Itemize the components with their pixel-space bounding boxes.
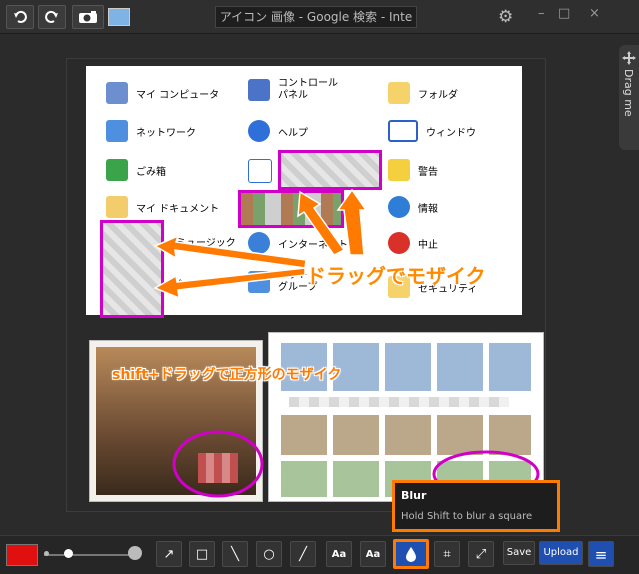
line-tool[interactable]: ╲	[222, 541, 248, 567]
arrow-left-1	[153, 234, 307, 269]
blur-tooltip: Blur Hold Shift to blur a square	[392, 480, 560, 532]
blur-tool[interactable]	[393, 539, 429, 569]
size-min-dot	[44, 551, 49, 556]
shift-drag-callout: shift+ドラッグで正方形のモザイク	[112, 367, 342, 383]
tooltip-title: Blur	[401, 489, 427, 502]
drag-mosaic-callout: ドラッグでモザイク	[306, 264, 486, 288]
highlight-ellipse	[172, 430, 264, 498]
arrow-left-2	[153, 267, 306, 300]
arrow-up-2	[297, 190, 346, 256]
menu-button[interactable]: ≡	[588, 541, 614, 567]
pen-tool[interactable]: ╱	[290, 541, 316, 567]
size-max-dot	[128, 546, 142, 560]
text-outline-tool[interactable]: Aa	[360, 541, 386, 567]
rectangle-tool[interactable]: □	[189, 541, 215, 567]
resize-tool[interactable]: ⤢	[468, 541, 494, 567]
text-tool[interactable]: Aa	[326, 541, 352, 567]
slider-handle[interactable]	[64, 549, 73, 558]
arrow-up-1	[336, 188, 368, 256]
mosaic-region	[289, 397, 509, 407]
arrow-tool[interactable]: ↗	[156, 541, 182, 567]
bottom-toolbar: ↗ □ ╲ ○ ╱ Aa Aa ⌗ ⤢ Save Upload ≡	[0, 535, 639, 574]
drop-icon	[406, 547, 416, 562]
save-button[interactable]: Save	[503, 541, 535, 565]
color-picker[interactable]	[6, 544, 38, 566]
ellipse-tool[interactable]: ○	[256, 541, 282, 567]
upload-button[interactable]: Upload	[539, 541, 583, 565]
size-slider[interactable]	[44, 554, 139, 556]
tooltip-description: Hold Shift to blur a square	[401, 511, 533, 522]
crop-tool[interactable]: ⌗	[434, 541, 460, 567]
